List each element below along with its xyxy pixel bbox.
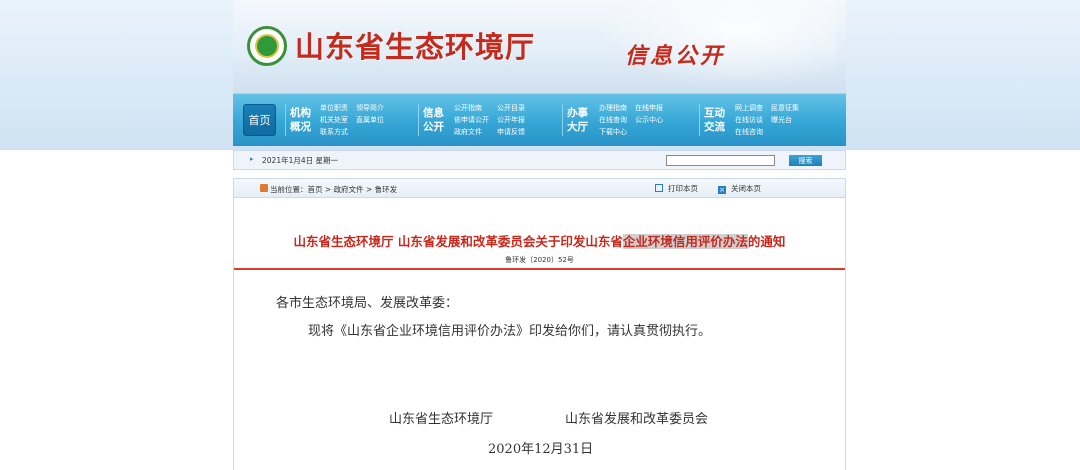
print-page-button[interactable]: 打印本页 — [655, 183, 698, 194]
site-title: 山东省生态环境厅 — [295, 30, 536, 64]
nav-section-service[interactable]: 办事 大厅 — [567, 106, 588, 134]
date-bar: ▸ 2021年1月4日 星期一 搜索 — [233, 150, 846, 170]
nav-link[interactable]: 在线访谈 — [735, 114, 763, 126]
nav-section-info[interactable]: 信息 公开 — [423, 106, 444, 134]
close-icon: × — [718, 186, 726, 194]
document-date: 2020年12月31日 — [488, 442, 594, 457]
emblem-logo-icon — [247, 26, 287, 66]
document-content: 山东省生态环境厅 山东省发展和改革委员会关于印发山东省企业环境信用评价办法的通知… — [233, 198, 846, 470]
addressee: 各市生态环境局、发展改革委： — [276, 296, 459, 311]
nav-link[interactable]: 网上调查 — [735, 102, 763, 114]
signer-development-commission: 山东省发展和改革委员会 — [565, 412, 709, 427]
nav-link[interactable]: 办理指南 — [599, 102, 627, 114]
nav-home-button[interactable]: 首页 — [243, 104, 276, 136]
title-highlight: 企业环境信用评价办法 — [622, 234, 748, 249]
breadcrumb-link-home[interactable]: 首页 — [308, 185, 323, 194]
section-title: 信息公开 — [625, 44, 726, 69]
nav-link[interactable]: 在线咨询 — [735, 126, 763, 138]
red-divider — [234, 268, 845, 270]
nav-link[interactable]: 民意征集 — [771, 102, 799, 114]
search-button[interactable]: 搜索 — [789, 155, 822, 166]
nav-divider — [562, 104, 563, 136]
document-number: 鲁环发〔2020〕52号 — [505, 256, 574, 264]
nav-link[interactable]: 下载中心 — [599, 126, 627, 138]
arrow-icon: ▸ — [250, 155, 254, 163]
print-icon — [655, 184, 663, 192]
signer-ecology-dept: 山东省生态环境厅 — [389, 412, 494, 427]
breadcrumb-current[interactable]: 鲁环发 — [375, 185, 398, 194]
home-icon — [260, 184, 268, 192]
nav-links-service: 办理指南 在线申报 在线查询 公示中心 下载中心 — [599, 102, 663, 138]
close-page-button[interactable]: × 关闭本页 — [718, 183, 761, 194]
document-title: 山东省生态环境厅 山东省发展和改革委员会关于印发山东省企业环境信用评价办法的通知 — [293, 234, 786, 249]
nav-link[interactable]: 联系方式 — [320, 126, 348, 138]
breadcrumb-link-docs[interactable]: 政府文件 — [334, 185, 364, 194]
nav-section-org[interactable]: 机构 概况 — [290, 106, 311, 134]
nav-divider — [699, 104, 700, 136]
body-paragraph: 现将《山东省企业环境信用评价办法》印发给你们，请认真贯彻执行。 — [308, 324, 712, 339]
nav-link[interactable]: 申请反馈 — [497, 126, 525, 138]
breadcrumb-bar: 当前位置：首页 > 政府文件 > 鲁环发 打印本页 × 关闭本页 — [233, 178, 846, 198]
nav-links-org: 单位职责 领导简介 机关处室 直属单位 联系方式 — [320, 102, 384, 138]
banner: 山东省生态环境厅 信息公开 — [233, 0, 846, 93]
nav-link[interactable]: 曝光台 — [771, 114, 799, 126]
nav-link[interactable]: 单位职责 — [320, 102, 348, 114]
search-input[interactable] — [666, 155, 775, 166]
breadcrumb-prefix: 当前位置： — [270, 185, 308, 194]
nav-link[interactable]: 公开指南 — [454, 102, 489, 114]
nav-link[interactable]: 直属单位 — [356, 114, 384, 126]
nav-links-info: 公开指南 公开目录 依申请公开 公开年报 政府文件 申请反馈 — [454, 102, 525, 138]
nav-section-interact[interactable]: 互动 交流 — [704, 106, 725, 134]
breadcrumb-separator: > — [322, 185, 334, 194]
nav-link[interactable]: 依申请公开 — [454, 114, 489, 126]
page-container: 山东省生态环境厅 信息公开 首页 机构 概况 单位职责 领导简介 机关处室 直属单… — [233, 0, 846, 470]
nav-link[interactable]: 在线查询 — [599, 114, 627, 126]
nav-link[interactable]: 政府文件 — [454, 126, 489, 138]
nav-link[interactable]: 公开目录 — [497, 102, 525, 114]
nav-link[interactable]: 领导简介 — [356, 102, 384, 114]
nav-divider — [285, 104, 286, 136]
nav-link[interactable]: 机关处室 — [320, 114, 348, 126]
breadcrumb: 当前位置：首页 > 政府文件 > 鲁环发 — [270, 184, 397, 195]
breadcrumb-separator: > — [363, 185, 375, 194]
nav-links-interact: 网上调查 民意征集 在线访谈 曝光台 在线咨询 — [735, 102, 799, 138]
main-nav: 首页 机构 概况 单位职责 领导简介 机关处室 直属单位 联系方式 信息 公开 公开… — [233, 93, 846, 146]
nav-link[interactable]: 公示中心 — [635, 114, 663, 126]
nav-divider — [418, 104, 419, 136]
nav-link[interactable]: 公开年报 — [497, 114, 525, 126]
current-date: 2021年1月4日 星期一 — [262, 156, 339, 165]
nav-link[interactable]: 在线申报 — [635, 102, 663, 114]
